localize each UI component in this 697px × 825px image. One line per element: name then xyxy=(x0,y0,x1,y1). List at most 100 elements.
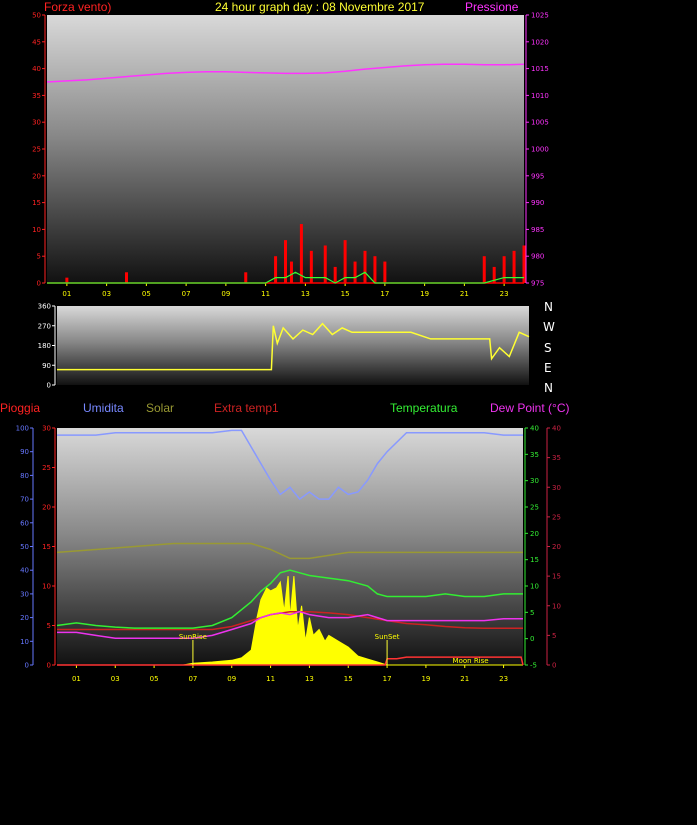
x-tick-label: 03 xyxy=(111,675,120,683)
rain-y-tick-label: 0 xyxy=(47,662,51,670)
temp-y-tick-label: 20 xyxy=(530,530,539,538)
temp-y-tick-label: 5 xyxy=(530,609,534,617)
pressure-y-tick-label: 1025 xyxy=(531,12,549,20)
wind-bar xyxy=(482,256,486,283)
sunset-label: SunSet xyxy=(375,633,400,641)
rain-y-tick-label: 10 xyxy=(42,583,51,591)
x-tick-label: 21 xyxy=(460,675,469,683)
wind-bar xyxy=(125,272,128,283)
x-tick-label: 17 xyxy=(380,290,389,298)
pressure-y-tick-label: 975 xyxy=(531,280,544,288)
x-tick-label: 13 xyxy=(305,675,314,683)
x-tick-label: 05 xyxy=(142,290,151,298)
wind-bar xyxy=(353,261,357,283)
dew-y-tick-label: 30 xyxy=(552,484,561,492)
humidity-y-tick-label: 80 xyxy=(20,472,29,480)
rain-y-tick-label: 30 xyxy=(42,425,51,433)
dew-y-tick-label: 10 xyxy=(552,602,561,610)
pressure-y-tick-label: 1005 xyxy=(531,119,549,127)
pressure-y-tick-label: 1000 xyxy=(531,146,549,154)
wind-y-tick-label: 10 xyxy=(32,226,41,234)
pressure-y-tick-label: 1015 xyxy=(531,65,549,73)
wind-bar xyxy=(65,277,69,283)
direction-y-tick-label: 360 xyxy=(38,303,51,311)
wind-y-tick-label: 20 xyxy=(32,172,41,180)
x-tick-label: 01 xyxy=(72,675,81,683)
x-tick-label: 23 xyxy=(499,675,508,683)
x-tick-label: 19 xyxy=(420,290,429,298)
x-tick-label: 11 xyxy=(261,290,270,298)
rain-y-tick-label: 25 xyxy=(42,464,51,472)
wind-y-tick-label: 25 xyxy=(32,146,41,154)
temp-y-tick-label: 10 xyxy=(530,583,539,591)
pressure-y-tick-label: 1010 xyxy=(531,92,549,100)
temp-y-tick-label: 40 xyxy=(530,425,539,433)
x-tick-label: 15 xyxy=(344,675,353,683)
humidity-y-tick-label: 40 xyxy=(20,567,29,575)
humidity-y-tick-label: 90 xyxy=(20,448,29,456)
temp-y-tick-label: 15 xyxy=(530,556,539,564)
pressure-y-tick-label: 985 xyxy=(531,226,544,234)
x-tick-label: 23 xyxy=(500,290,509,298)
rain-y-tick-label: 20 xyxy=(42,504,51,512)
wind-bar xyxy=(502,256,506,283)
dew-y-tick-label: 25 xyxy=(552,513,561,521)
humidity-y-tick-label: 10 xyxy=(20,638,29,646)
temp-y-tick-label: 30 xyxy=(530,477,539,485)
dew-y-tick-label: 15 xyxy=(552,573,561,581)
rain-y-tick-label: 5 xyxy=(47,622,51,630)
wind-y-tick-label: 5 xyxy=(37,253,41,261)
dew-y-tick-label: 40 xyxy=(552,425,561,433)
wind-bar xyxy=(289,261,293,283)
humidity-y-tick-label: 100 xyxy=(16,425,29,433)
pressure-y-tick-label: 1020 xyxy=(531,38,549,46)
wind-bar xyxy=(343,240,347,283)
x-tick-label: 09 xyxy=(221,290,230,298)
direction-plot-area xyxy=(57,306,529,385)
rain-y-tick-label: 15 xyxy=(42,543,51,551)
wind-y-tick-label: 50 xyxy=(32,12,41,20)
wind-bar xyxy=(373,256,377,283)
x-tick-label: 09 xyxy=(227,675,236,683)
temp-y-tick-label: 25 xyxy=(530,504,539,512)
pressure-y-tick-label: 995 xyxy=(531,172,544,180)
direction-y-tick-label: 90 xyxy=(42,362,51,370)
x-tick-label: 17 xyxy=(383,675,392,683)
temp-y-tick-label: 35 xyxy=(530,451,539,459)
wind-y-tick-label: 15 xyxy=(32,199,41,207)
dew-y-tick-label: 20 xyxy=(552,543,561,551)
sunrise-label: SunRise xyxy=(179,633,207,641)
pressure-y-tick-label: 990 xyxy=(531,199,544,207)
humidity-y-tick-label: 20 xyxy=(20,614,29,622)
humidity-y-tick-label: 60 xyxy=(20,519,29,527)
temp-y-tick-label: 0 xyxy=(530,635,534,643)
x-tick-label: 07 xyxy=(182,290,191,298)
temp-y-tick-label: -5 xyxy=(530,662,537,670)
humidity-y-tick-label: 70 xyxy=(20,496,29,504)
x-tick-label: 11 xyxy=(266,675,275,683)
dew-y-tick-label: 0 xyxy=(552,662,556,670)
direction-y-tick-label: 180 xyxy=(38,342,51,350)
pressure-y-tick-label: 980 xyxy=(531,253,544,261)
x-tick-label: 19 xyxy=(421,675,430,683)
dew-y-tick-label: 35 xyxy=(552,454,561,462)
wind-y-tick-label: 40 xyxy=(32,65,41,73)
wind-y-tick-label: 35 xyxy=(32,92,41,100)
wind-bar xyxy=(383,261,387,283)
x-tick-label: 01 xyxy=(62,290,71,298)
wind-y-tick-label: 45 xyxy=(32,38,41,46)
moonrise-label: Moon Rise xyxy=(453,657,489,665)
wind-bar xyxy=(244,272,248,283)
direction-y-tick-label: 270 xyxy=(38,322,51,330)
humidity-y-tick-label: 30 xyxy=(20,590,29,598)
x-tick-label: 13 xyxy=(301,290,310,298)
humidity-y-tick-label: 50 xyxy=(20,543,29,551)
wind-y-tick-label: 30 xyxy=(32,119,41,127)
wind-y-tick-label: 0 xyxy=(37,280,41,288)
wind-bar xyxy=(299,224,303,283)
dew-y-tick-label: 5 xyxy=(552,632,556,640)
x-tick-label: 07 xyxy=(188,675,197,683)
x-tick-label: 03 xyxy=(102,290,111,298)
x-tick-label: 15 xyxy=(341,290,350,298)
x-tick-label: 21 xyxy=(460,290,469,298)
